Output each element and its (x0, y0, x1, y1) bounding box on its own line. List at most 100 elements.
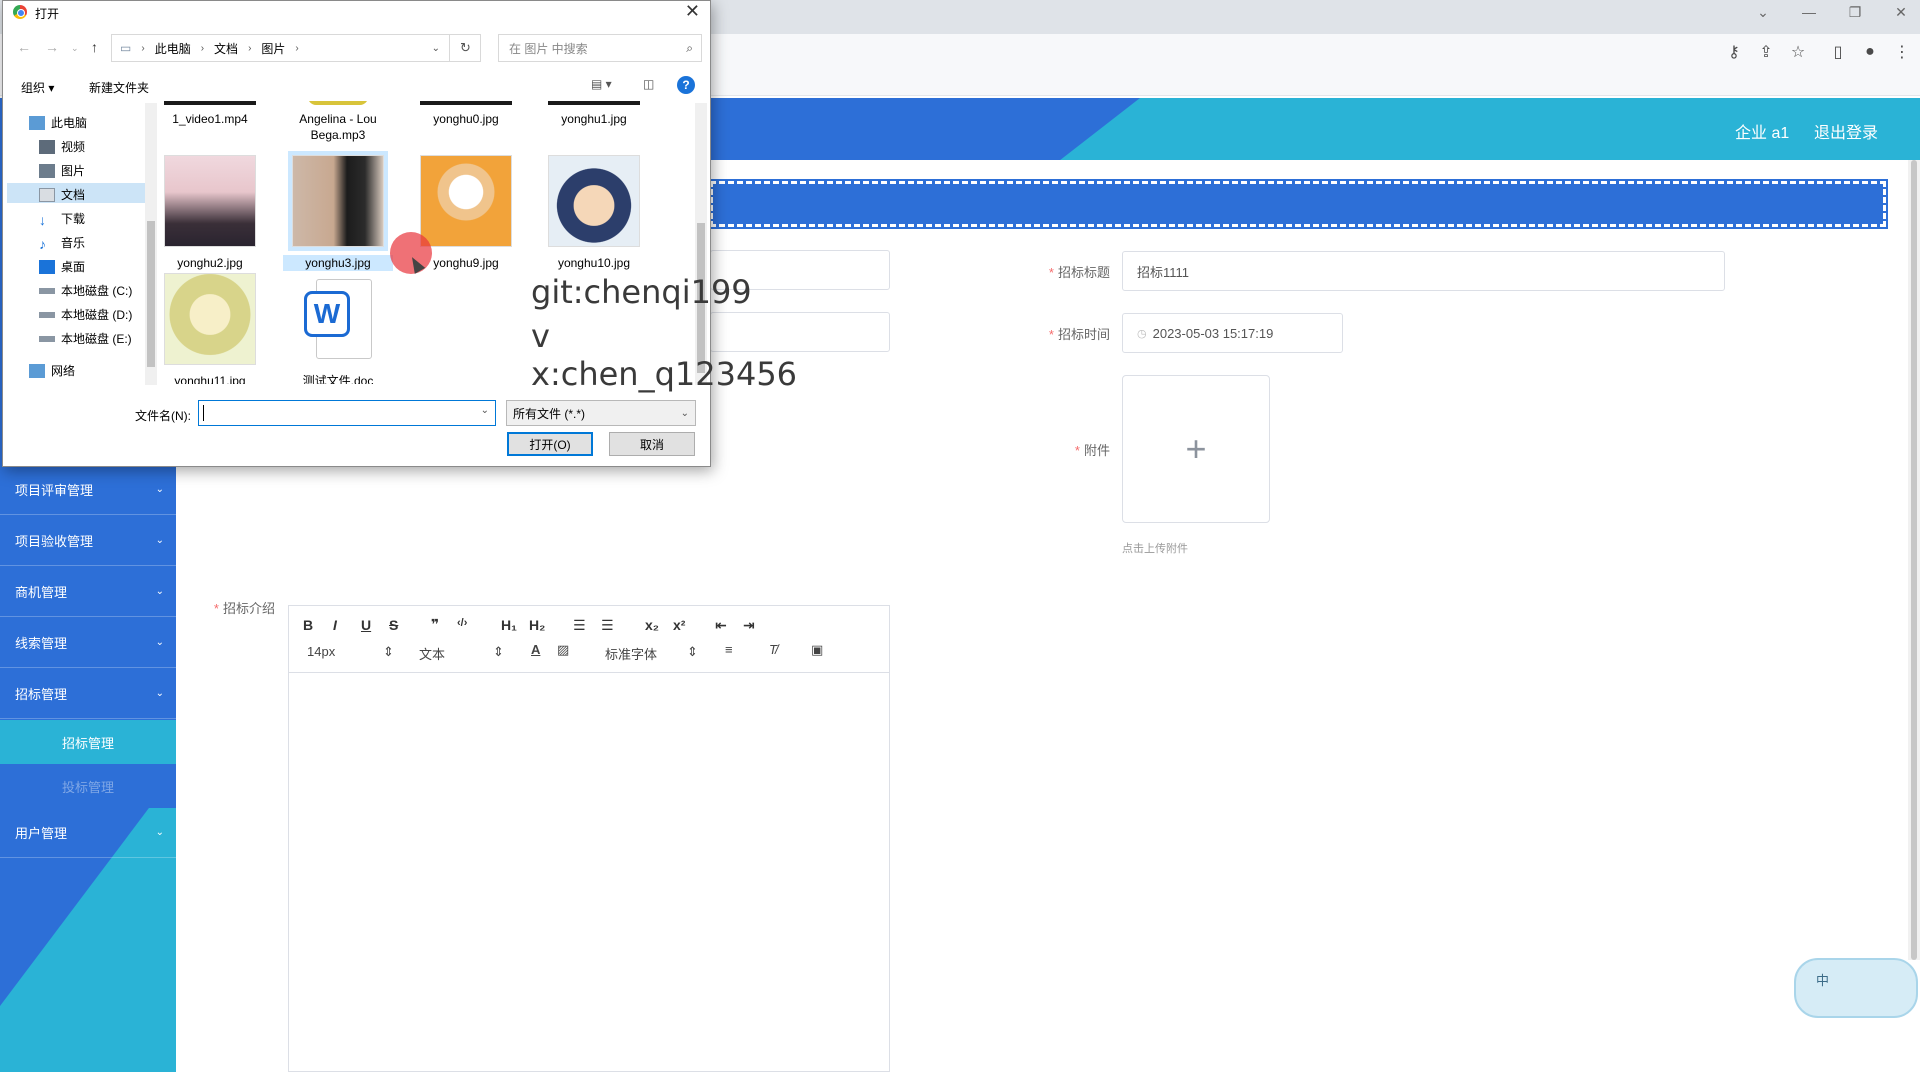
current-user-label[interactable]: 企业 a1 (1735, 119, 1789, 143)
background-color-icon[interactable]: ▨ (557, 642, 569, 658)
scrollbar-thumb[interactable] (1911, 160, 1917, 960)
tab-search-icon[interactable]: ⌄ (1740, 0, 1786, 24)
sidebar-item-leads[interactable]: 线索管理 ⌄ (0, 618, 176, 668)
share-icon[interactable]: ⇪ (1752, 38, 1780, 66)
refresh-icon[interactable]: ↻ (449, 34, 481, 62)
logout-link[interactable]: 退出登录 (1814, 119, 1878, 143)
minimize-button[interactable]: — (1786, 0, 1832, 24)
profile-avatar-icon[interactable]: ● (1856, 38, 1884, 66)
sidebar-item-opportunity[interactable]: 商机管理 ⌄ (0, 567, 176, 617)
font-size-select[interactable]: 14px (307, 644, 335, 659)
filetype-select[interactable]: 所有文件 (*.*) ⌄ (506, 400, 696, 426)
search-input[interactable]: 在 图片 中搜索 ⌕ (498, 34, 702, 62)
organize-button[interactable]: 组织 ▾ (21, 79, 54, 96)
form-banner (708, 179, 1888, 229)
tree-item-drive-d[interactable]: 本地磁盘 (D:) (39, 306, 132, 323)
file-item[interactable]: yonghu3.jpg (283, 151, 393, 271)
underline-button[interactable]: U (361, 617, 371, 633)
bookmark-star-icon[interactable]: ☆ (1784, 38, 1812, 66)
strike-button[interactable]: S (389, 617, 398, 633)
font-color-icon[interactable]: A (531, 642, 540, 657)
ime-widget[interactable]: 中 (1794, 958, 1918, 1018)
file-item[interactable]: 1_video1.mp4 (155, 101, 265, 127)
file-item[interactable]: Angelina - Lou Bega.mp3 (283, 101, 393, 143)
music-icon: ♪ (39, 235, 46, 252)
view-options-icon[interactable]: ▤ ▾ (591, 77, 612, 91)
tree-item-music[interactable]: ♪ 音乐 (39, 234, 85, 252)
word-document-icon: W (298, 273, 378, 365)
file-name: Angelina - Lou Bega.mp3 (299, 112, 377, 142)
subscript-button[interactable]: x₂ (645, 617, 659, 633)
breadcrumb-item[interactable]: 此电脑 (155, 40, 191, 57)
pictures-icon (39, 163, 55, 178)
italic-button[interactable]: I (333, 617, 337, 633)
sidebar-item-users[interactable]: 用户管理 ⌄ (0, 808, 176, 858)
tree-item-this-pc[interactable]: 此电脑 (29, 114, 87, 131)
bold-button[interactable]: B (303, 617, 313, 633)
submenu-tender-management[interactable]: 招标管理 (0, 720, 176, 764)
page-scrollbar[interactable] (1908, 160, 1920, 960)
align-icon[interactable]: ≡ (725, 642, 733, 657)
sidebar-item-tender[interactable]: 招标管理 ⌄ (0, 669, 176, 719)
tree-item-documents[interactable]: 文档 (39, 186, 85, 203)
tree-item-desktop[interactable]: 桌面 (39, 258, 85, 275)
sidebar-item-review[interactable]: 项目评审管理 ⌄ (0, 465, 176, 515)
outdent-button[interactable]: ⇤ (715, 617, 727, 634)
drive-icon (39, 335, 55, 342)
breadcrumb-item[interactable]: 图片 (261, 40, 285, 57)
chevron-down-icon[interactable]: ⌄ (481, 405, 489, 416)
address-path[interactable]: ▭ › 此电脑 › 文档 › 图片 › ⌄ (111, 34, 481, 62)
filename-input[interactable]: ⌄ (198, 400, 496, 426)
help-icon[interactable]: ? (677, 76, 695, 94)
back-arrow-icon[interactable]: ← (17, 39, 31, 55)
h1-button[interactable]: H₁ (501, 617, 517, 633)
time-picker[interactable]: ◷ 2023-05-03 15:17:19 (1122, 313, 1343, 353)
open-button[interactable]: 打开(O) (507, 432, 593, 456)
tree-item-drive-e[interactable]: 本地磁盘 (E:) (39, 330, 132, 347)
file-item[interactable]: W 测试文件.doc (283, 273, 393, 384)
file-item[interactable]: yonghu10.jpg (539, 155, 649, 271)
quote-button[interactable]: ❞ (431, 616, 439, 633)
restore-button[interactable]: ❐ (1832, 0, 1878, 24)
cancel-button[interactable]: 取消 (609, 432, 695, 456)
h2-button[interactable]: H₂ (529, 617, 545, 633)
recent-chevron-icon[interactable]: ⌄ (71, 43, 79, 54)
tree-item-drive-c[interactable]: 本地磁盘 (C:) (39, 282, 132, 299)
close-window-button[interactable]: ✕ (1878, 0, 1920, 24)
ordered-list-button[interactable]: ☰ (573, 617, 586, 634)
new-folder-button[interactable]: 新建文件夹 (89, 79, 149, 96)
tree-item-network[interactable]: 网络 (29, 362, 75, 379)
tree-item-downloads[interactable]: ↓ 下载 (39, 210, 85, 228)
forward-arrow-icon[interactable]: → (45, 39, 59, 55)
file-item[interactable]: yonghu1.jpg (539, 101, 649, 127)
file-item[interactable]: yonghu2.jpg (155, 155, 265, 271)
key-icon[interactable]: ⚷ (1720, 38, 1748, 66)
up-arrow-icon[interactable]: ↑ (91, 39, 98, 55)
code-button[interactable]: ‹/› (457, 617, 467, 629)
preview-pane-icon[interactable]: ◫ (643, 77, 654, 91)
upload-button[interactable]: + (1122, 375, 1270, 523)
tree-item-pictures[interactable]: 图片 (39, 162, 85, 179)
font-family-select[interactable]: 标准字体 (605, 644, 657, 663)
close-icon[interactable]: ✕ (685, 1, 700, 22)
rich-text-editor[interactable]: B I U S ❞ ‹/› H₁ H₂ ☰ ☰ x₂ x² ⇤ ⇥ 14px ⇕… (288, 605, 890, 1072)
browser-menu-icon[interactable]: ⋮ (1888, 38, 1916, 66)
title-input[interactable]: 招标1111 (1122, 251, 1725, 291)
search-icon: ⌕ (686, 40, 693, 55)
clear-format-icon[interactable]: T̸ (769, 642, 777, 657)
indent-button[interactable]: ⇥ (743, 617, 755, 634)
file-item[interactable]: yonghu11.jpg (155, 273, 265, 384)
side-panel-icon[interactable]: ▯ (1824, 38, 1852, 66)
sidebar-item-acceptance[interactable]: 项目验收管理 ⌄ (0, 516, 176, 566)
submenu-bid-management[interactable]: 投标管理 (0, 764, 176, 808)
breadcrumb-item[interactable]: 文档 (214, 40, 238, 57)
dialog-title: 打开 (35, 7, 60, 21)
path-dropdown-icon[interactable]: ⌄ (432, 43, 440, 54)
image-icon[interactable]: ▣ (811, 642, 823, 658)
file-item[interactable]: yonghu0.jpg (411, 101, 521, 127)
chevron-down-icon: ⌄ (155, 484, 164, 495)
superscript-button[interactable]: x² (673, 617, 685, 633)
tree-item-videos[interactable]: 视频 (39, 138, 85, 155)
paragraph-select[interactable]: 文本 (419, 644, 445, 663)
bullet-list-button[interactable]: ☰ (601, 617, 614, 634)
